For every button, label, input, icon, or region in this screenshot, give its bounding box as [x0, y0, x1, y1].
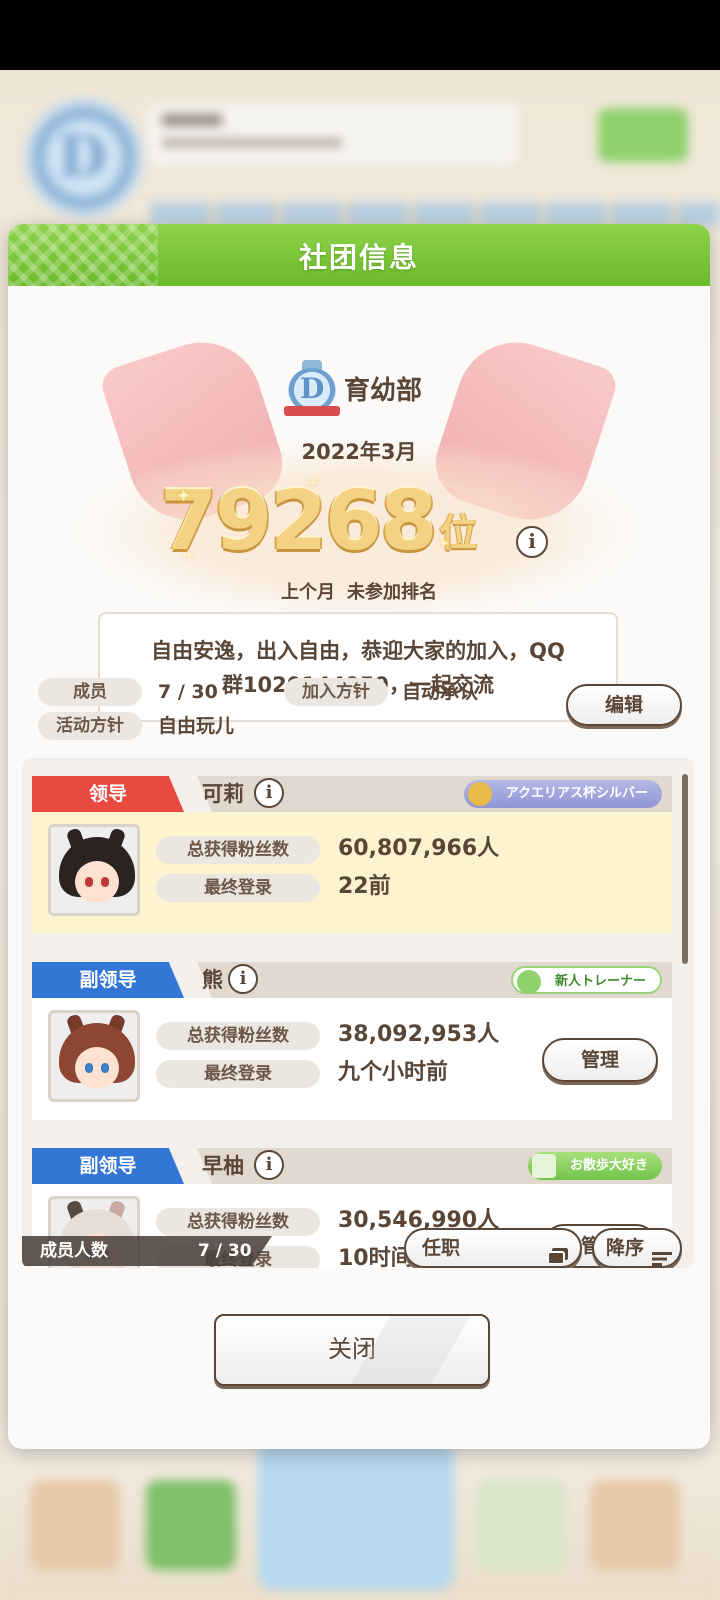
last-month-label: 上个月: [281, 582, 335, 603]
filter-icon: [547, 1240, 568, 1265]
last-login-value: 22前: [338, 874, 391, 899]
fans-label: 总获得粉丝数: [156, 1208, 320, 1236]
modal-header: 社团信息: [8, 224, 710, 286]
member-name: 熊: [202, 968, 223, 992]
status-bar: [0, 0, 720, 70]
member-title: アクエリアス杯シルバー: [505, 786, 648, 801]
last-login-value: 10时间: [338, 1246, 413, 1268]
rank-number: 79268: [160, 474, 437, 569]
edit-button[interactable]: 编辑: [566, 684, 682, 726]
club-name: 育幼部: [344, 376, 423, 406]
club-emblem-icon: D: [284, 360, 340, 418]
map-badge-icon: [531, 1154, 556, 1178]
member-title: 新人トレーナー: [554, 974, 646, 989]
fans-label: 总获得粉丝数: [156, 1022, 320, 1050]
role-filter-button[interactable]: 任职: [404, 1228, 582, 1268]
role-tab-leader: 领导: [32, 776, 184, 812]
join-policy-value: 自动承认: [402, 681, 479, 703]
member-title-badge: 新人トレーナー: [510, 966, 662, 994]
last-login-value: 九个小时前: [338, 1060, 449, 1085]
member-info-icon[interactable]: i: [228, 964, 258, 994]
role-tab-subleader: 副领导: [32, 962, 184, 998]
background-shelf: [150, 202, 720, 226]
close-button[interactable]: 关闭: [214, 1314, 490, 1386]
activity-policy-value: 自由玩儿: [158, 715, 235, 737]
member-list-scrollbar[interactable]: [682, 774, 688, 964]
member-count-label: 成员人数: [40, 1241, 108, 1261]
sparkle-icon: ✦: [438, 536, 450, 552]
join-policy-label: 加入方针: [284, 678, 388, 706]
member-avatar[interactable]: [48, 824, 140, 916]
description-line: 自由安逸，出入自由，恭迎大家的加入，QQ: [151, 639, 565, 663]
member-title-badge: お散歩大好き: [527, 1152, 662, 1180]
role-tab-subleader: 副领导: [32, 1148, 184, 1184]
member-count-bar: 成员人数 7 / 30: [22, 1236, 272, 1266]
members-label: 成员: [38, 678, 142, 706]
rank-date: 2022年3月: [301, 440, 417, 464]
fans-value: 60,807,966人: [338, 836, 500, 861]
member-count-value: 7 / 30: [198, 1241, 252, 1261]
background-club-emblem-icon: D: [24, 98, 144, 218]
sort-order-button[interactable]: 降序: [592, 1228, 682, 1268]
rank-display: 79268 位: [160, 474, 477, 569]
activity-policy-label: 活动方针: [38, 712, 142, 740]
gold-medal-icon: [467, 782, 492, 806]
member-avatar[interactable]: [48, 1010, 140, 1102]
member-body: 总获得粉丝数 60,807,966人 最终登录 22前: [32, 812, 672, 934]
background-green-button: [598, 108, 688, 162]
leaf-badge-icon: [516, 970, 541, 994]
sort-order-label: 降序: [606, 1237, 645, 1259]
member-title-badge: アクエリアス杯シルバー: [463, 780, 662, 808]
member-title: お散歩大好き: [569, 1158, 648, 1173]
last-login-label: 最终登录: [156, 1060, 320, 1088]
last-login-label: 最终登录: [156, 874, 320, 902]
rank-info-icon[interactable]: i: [516, 526, 548, 558]
manage-button[interactable]: 管理: [542, 1038, 658, 1082]
background-name-bar: [148, 104, 518, 164]
modal-title: 社团信息: [298, 241, 419, 274]
members-value: 7 / 30: [158, 681, 218, 703]
club-info-modal: 社团信息 D 育幼部 2022年3月 79268 位 ✦ ✦ ✦ ✦ i 上个月未…: [8, 224, 710, 1449]
member-name: 早柚: [202, 1154, 244, 1178]
role-filter-label: 任职: [422, 1237, 461, 1259]
member-info-icon[interactable]: i: [254, 1150, 284, 1180]
member-info-icon[interactable]: i: [254, 778, 284, 808]
fans-label: 总获得粉丝数: [156, 836, 320, 864]
member-name: 可莉: [202, 782, 244, 806]
fans-value: 38,092,953人: [338, 1022, 500, 1047]
sparkle-icon: ✦: [308, 476, 319, 490]
sparkle-icon: ✦: [184, 548, 195, 562]
member-list[interactable]: 领导 可莉 i アクエリアス杯シルバー 总获得粉丝数 60,807,966人 最…: [22, 758, 694, 1268]
member-body: 总获得粉丝数 38,092,953人 最终登录 九个小时前 管理: [32, 998, 672, 1120]
last-month-rank: 上个月 未参加排名: [8, 578, 710, 604]
last-month-value: 未参加排名: [347, 582, 437, 603]
sparkle-icon: ✦: [176, 486, 192, 507]
sort-icon: [652, 1242, 672, 1266]
